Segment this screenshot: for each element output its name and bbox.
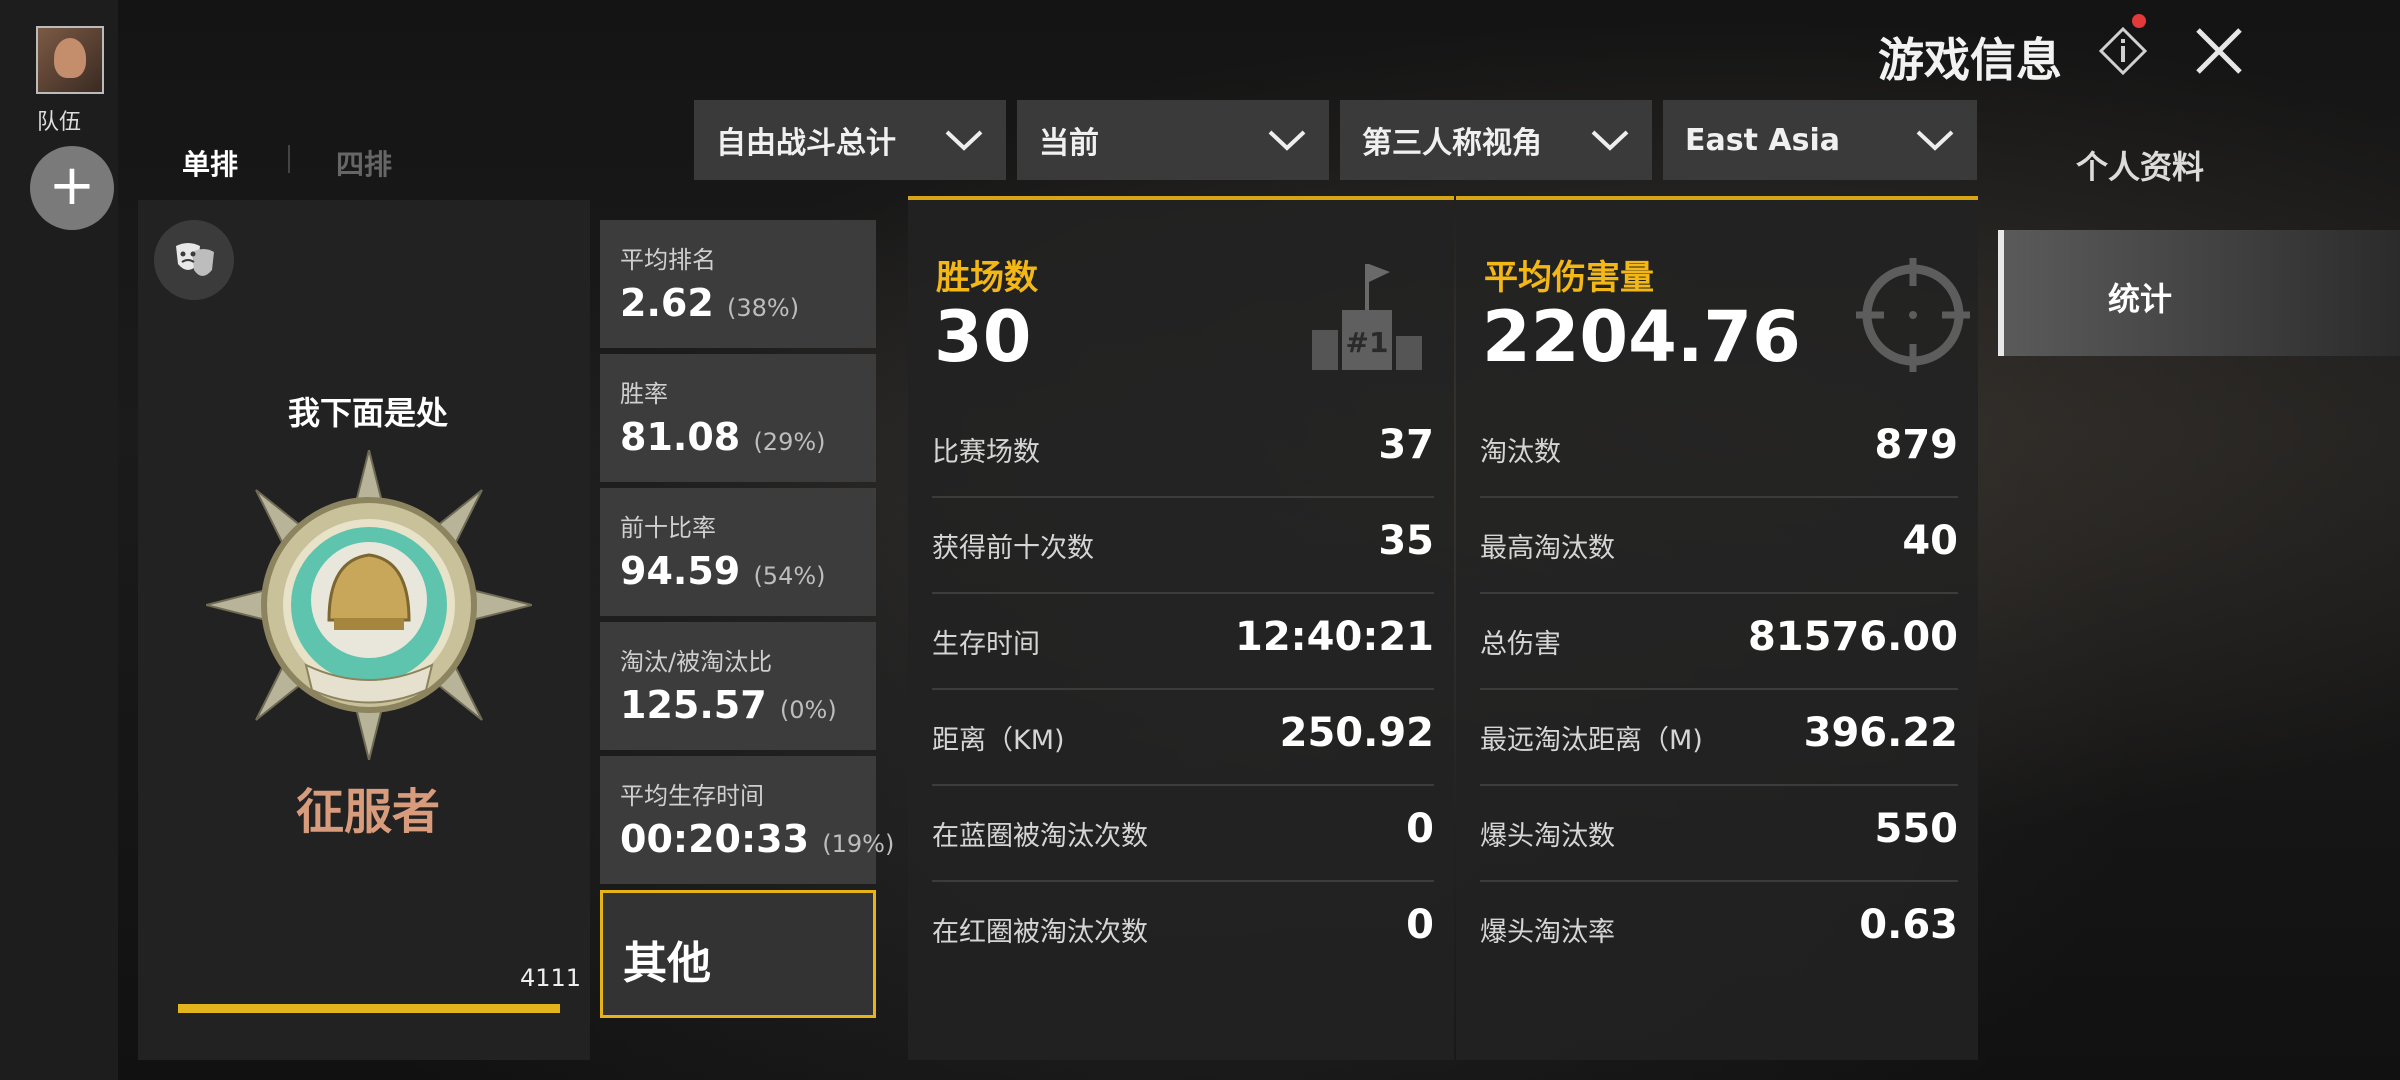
nav-stats[interactable]: 统计 [1998, 230, 2400, 356]
stat-card-avg-survival[interactable]: 平均生存时间 00:20:33 (19%) [600, 756, 894, 884]
dropdown-label: 自由战斗总计 [716, 126, 896, 161]
stat-row-label: 爆头淘汰率 [1480, 917, 1615, 948]
podium-rank-text: #1 [1346, 326, 1389, 359]
damage-panel: 平均伤害量 2204.76 淘汰数 879 最高淘汰数 40 总伤害 81576.00… [1456, 196, 1978, 1060]
stat-row-value: 35 [1378, 518, 1434, 564]
stat-card-value: 125.57 [620, 683, 767, 727]
wins-value: 30 [934, 296, 1032, 378]
stat-card-percent: (0%) [779, 696, 837, 724]
stat-row-value: 40 [1902, 518, 1958, 564]
stat-card-value: 00:20:33 [620, 817, 810, 861]
stat-row-label: 距离（KM) [932, 725, 1065, 756]
stat-card-label: 胜率 [620, 380, 668, 408]
nav-profile[interactable]: 个人资料 [2000, 142, 2280, 188]
stat-row-label: 在蓝圈被淘汰次数 [932, 821, 1148, 852]
rank-title: 征服者 [295, 784, 440, 840]
stat-row-value: 37 [1378, 422, 1434, 468]
stat-card-avg-rank[interactable]: 平均排名 2.62 (38%) [600, 220, 876, 348]
stat-row: 爆头淘汰率 0.63 [1480, 880, 1958, 976]
stat-row: 淘汰数 879 [1480, 400, 1958, 498]
stat-row-value: 81576.00 [1747, 614, 1958, 660]
stat-row-label: 最高淘汰数 [1480, 533, 1615, 564]
stat-row-label: 爆头淘汰数 [1480, 821, 1615, 852]
dropdown-mode-filter[interactable]: 自由战斗总计 [694, 100, 1006, 180]
stat-row: 距离（KM) 250.92 [932, 688, 1434, 786]
avatar[interactable] [36, 26, 104, 94]
stat-row: 在蓝圈被淘汰次数 0 [932, 784, 1434, 882]
notification-dot [2132, 14, 2146, 28]
stat-row-label: 获得前十次数 [932, 533, 1094, 564]
rank-points: 4111 [520, 964, 582, 992]
conqueror-emblem-icon [206, 450, 532, 760]
stat-row-value: 879 [1874, 422, 1959, 468]
stat-row-label: 在红圈被淘汰次数 [932, 917, 1148, 948]
stat-card-win-rate[interactable]: 胜率 81.08 (29%) [600, 354, 876, 482]
chevron-down-icon [1916, 130, 1954, 151]
nav-stats-label: 统计 [2107, 280, 2172, 318]
stat-row: 总伤害 81576.00 [1480, 592, 1958, 690]
stat-card-value: 94.59 [620, 549, 741, 593]
stat-card-value: 2.62 [620, 281, 714, 325]
dropdown-label: 第三人称视角 [1362, 126, 1542, 161]
stat-row-value: 0.63 [1859, 902, 1958, 948]
stat-card-label: 淘汰/被淘汰比 [620, 648, 773, 676]
dropdown-label: 当前 [1039, 126, 1099, 161]
stat-card-percent: (19%) [822, 830, 895, 858]
team-label: 队伍 [36, 110, 81, 135]
stat-row-value: 12:40:21 [1235, 614, 1434, 660]
stat-card-percent: (38%) [727, 294, 800, 322]
stat-row-label: 生存时间 [932, 629, 1040, 660]
dropdown-region-filter[interactable]: East Asia [1663, 100, 1977, 180]
other-stats-button[interactable]: 其他 [600, 890, 876, 1018]
theater-masks-icon[interactable] [154, 220, 234, 300]
player-name: 我下面是处 [287, 394, 448, 432]
tab-divider [288, 145, 290, 173]
stat-card-value: 81.08 [620, 415, 741, 459]
dropdown-perspective-filter[interactable]: 第三人称视角 [1340, 100, 1652, 180]
stat-row: 爆头淘汰数 550 [1480, 784, 1958, 882]
dropdown-season-filter[interactable]: 当前 [1017, 100, 1329, 180]
crosshair-icon [1856, 258, 1970, 372]
avg-damage-label: 平均伤害量 [1484, 258, 1654, 298]
stat-card-label: 平均生存时间 [620, 782, 764, 810]
add-teammate-button[interactable]: + [30, 146, 114, 230]
stat-row: 最高淘汰数 40 [1480, 496, 1958, 594]
stat-row-value: 250.92 [1279, 710, 1434, 756]
stat-row-value: 0 [1406, 902, 1434, 948]
tab-solo[interactable]: 单排 [182, 143, 238, 183]
chevron-down-icon [1268, 130, 1306, 151]
stat-card-top10-rate[interactable]: 前十比率 94.59 (54%) [600, 488, 876, 616]
info-icon[interactable] [2098, 26, 2148, 76]
wins-panel: 胜场数 30 #1 比赛场数 37 获得前十次数 35 生存时间 12:40:21 距… [908, 196, 1454, 1060]
stat-row: 比赛场数 37 [932, 400, 1434, 498]
chevron-down-icon [1591, 130, 1629, 151]
avg-damage-value: 2204.76 [1482, 296, 1801, 378]
stat-row-value: 0 [1406, 806, 1434, 852]
podium-flag-icon: #1 [1312, 264, 1422, 370]
stat-row: 最远淘汰距离（M) 396.22 [1480, 688, 1958, 786]
rank-progress-bar [178, 1004, 560, 1013]
close-icon[interactable] [2190, 22, 2248, 80]
stat-row: 获得前十次数 35 [932, 496, 1434, 594]
stat-card-kd-ratio[interactable]: 淘汰/被淘汰比 125.57 (0%) [600, 622, 876, 750]
stat-row-label: 淘汰数 [1480, 437, 1561, 468]
stat-card-label: 平均排名 [620, 246, 716, 274]
tab-squad[interactable]: 四排 [336, 143, 392, 183]
stat-row-label: 最远淘汰距离（M) [1480, 725, 1703, 756]
stat-row-label: 总伤害 [1480, 629, 1561, 660]
page-title: 游戏信息 [1878, 33, 2062, 87]
stat-card-label: 前十比率 [620, 514, 716, 542]
stat-row: 生存时间 12:40:21 [932, 592, 1434, 690]
stat-row: 在红圈被淘汰次数 0 [932, 880, 1434, 976]
stat-card-percent: (54%) [753, 562, 826, 590]
wins-label: 胜场数 [936, 258, 1038, 298]
stat-row-value: 396.22 [1803, 710, 1958, 756]
chevron-down-icon [945, 130, 983, 151]
dropdown-label: East Asia [1685, 122, 1840, 158]
stat-row-value: 550 [1874, 806, 1959, 852]
stat-card-percent: (29%) [753, 428, 826, 456]
stat-row-label: 比赛场数 [932, 437, 1040, 468]
